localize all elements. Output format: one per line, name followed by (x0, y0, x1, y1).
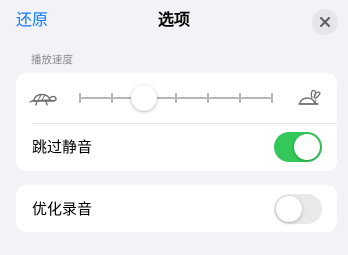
enhance-audio-toggle[interactable] (274, 194, 322, 224)
playback-speed-row (16, 73, 337, 123)
section-label-playback-speed: 播放速度 (31, 54, 73, 66)
skip-silence-row: 跳过静音 (16, 123, 337, 171)
slider-tick (207, 93, 209, 103)
skip-silence-toggle[interactable] (274, 132, 322, 162)
slider-tick (111, 93, 113, 103)
enhance-audio-label: 优化录音 (32, 200, 93, 218)
slider-tick (175, 93, 177, 103)
turtle-icon (29, 93, 57, 106)
playback-speed-slider[interactable] (78, 85, 274, 111)
slider-tick (79, 93, 81, 103)
close-button[interactable] (312, 9, 338, 35)
slider-tick (271, 93, 273, 103)
close-icon (320, 17, 330, 27)
toggle-knob (276, 196, 302, 222)
speed-card: 跳过静音 (16, 73, 337, 171)
rabbit-icon (298, 89, 321, 105)
slider-tick (239, 93, 241, 103)
page-title: 选项 (157, 10, 190, 29)
slider-thumb[interactable] (131, 85, 157, 111)
header-bar: 还原 选项 (0, 0, 348, 44)
toggle-knob (294, 134, 320, 160)
enhance-card: 优化录音 (16, 185, 337, 232)
skip-silence-label: 跳过静音 (32, 138, 93, 156)
enhance-audio-row: 优化录音 (16, 185, 337, 233)
